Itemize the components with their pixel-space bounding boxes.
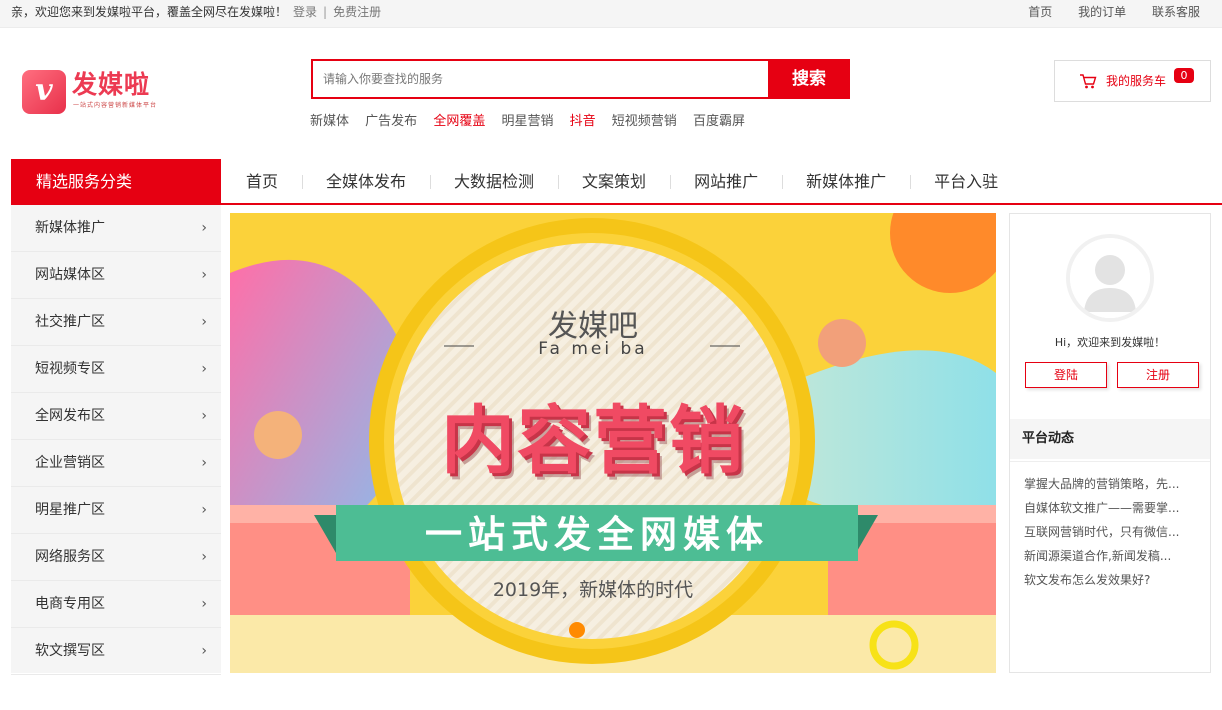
top-link-orders[interactable]: 我的订单 <box>1078 5 1126 19</box>
sidebar-item-label: 社交推广区 <box>35 314 105 330</box>
nav-item-copywriting[interactable]: 文案策划 <box>558 159 670 203</box>
news-item-4[interactable]: 软文发布怎么发效果好? <box>1024 572 1200 596</box>
hotword-1[interactable]: 广告发布 <box>365 114 417 129</box>
news-divider <box>1010 461 1210 462</box>
banner-ribbon: 一站式发全网媒体 <box>425 513 769 556</box>
hotword-2[interactable]: 全网覆盖 <box>433 114 485 129</box>
hotword-6[interactable]: 百度霸屏 <box>693 114 745 129</box>
chevron-right-icon: › <box>201 314 207 330</box>
news-list: 掌握大品牌的营销策略，先... 自媒体软文推广——需要掌... 互联网营销时代，… <box>1024 476 1200 596</box>
register-link[interactable]: 免费注册 <box>333 5 381 19</box>
sidebar-item-9[interactable]: 软文撰写区 › <box>11 628 221 675</box>
sidebar-item-label: 软文撰写区 <box>35 643 105 659</box>
news-item-2[interactable]: 互联网营销时代，只有微信... <box>1024 524 1200 548</box>
sidebar-item-label: 电商专用区 <box>35 596 105 612</box>
nav-item-all-media[interactable]: 全媒体发布 <box>302 159 430 203</box>
hotword-0[interactable]: 新媒体 <box>310 114 349 129</box>
top-bar: 亲，欢迎您来到发媒啦平台，覆盖全网尽在发媒啦！ 登录 | 免费注册 首页 我的订单 … <box>0 0 1222 28</box>
nav-item-big-data[interactable]: 大数据检测 <box>430 159 558 203</box>
search-input[interactable] <box>313 61 769 97</box>
sidebar-item-2[interactable]: 社交推广区 › <box>11 299 221 346</box>
welcome-text: 亲，欢迎您来到发媒啦平台，覆盖全网尽在发媒啦！ <box>11 5 288 19</box>
avatar <box>1066 234 1154 322</box>
chevron-right-icon: › <box>201 596 207 612</box>
chevron-right-icon: › <box>201 455 207 471</box>
news-section-title: 平台动态 <box>1010 419 1210 459</box>
search-button[interactable]: 搜索 <box>768 59 850 99</box>
sidebar-item-0[interactable]: 新媒体推广 › <box>11 205 221 252</box>
chevron-right-icon: › <box>201 361 207 377</box>
chevron-right-icon: › <box>201 267 207 283</box>
news-item-0[interactable]: 掌握大品牌的营销策略，先... <box>1024 476 1200 500</box>
sidebar-item-1[interactable]: 网站媒体区 › <box>11 252 221 299</box>
nav-item-join[interactable]: 平台入驻 <box>910 159 1022 203</box>
cart-icon <box>1079 61 1097 117</box>
news-item-3[interactable]: 新闻源渠道合作,新闻发稿... <box>1024 548 1200 572</box>
sidebar-item-label: 网络服务区 <box>35 549 105 565</box>
chevron-right-icon: › <box>201 549 207 565</box>
welcome-greeting: Hi，欢迎来到发媒啦！ <box>1054 336 1166 349</box>
nav-item-new-media[interactable]: 新媒体推广 <box>782 159 910 203</box>
search-box: 搜索 <box>311 59 850 99</box>
sidebar-item-label: 全网发布区 <box>35 408 105 424</box>
category-sidebar: 新媒体推广 › 网站媒体区 › 社交推广区 › 短视频专区 › 全网发布区 › 企业营销区… <box>11 205 221 675</box>
sidebar-item-6[interactable]: 明星推广区 › <box>11 487 221 534</box>
sidebar-item-label: 明星推广区 <box>35 502 105 518</box>
logo-name: 发媒啦 <box>72 70 151 99</box>
sidebar-item-label: 短视频专区 <box>35 361 105 377</box>
sidebar-item-8[interactable]: 电商专用区 › <box>11 581 221 628</box>
nav-item-website-promo[interactable]: 网站推广 <box>670 159 782 203</box>
site-logo[interactable]: v 发媒啦 一站式内容营销新媒体平台 <box>22 70 172 116</box>
news-item-1[interactable]: 自媒体软文推广——需要掌... <box>1024 500 1200 524</box>
sidebar-item-3[interactable]: 短视频专区 › <box>11 346 221 393</box>
top-links: 首页 我的订单 联系客服 <box>1006 0 1200 24</box>
chevron-right-icon: › <box>201 408 207 424</box>
register-button[interactable]: 注册 <box>1117 362 1199 388</box>
chevron-right-icon: › <box>201 220 207 236</box>
service-cart-button[interactable]: 我的服务车 0 <box>1054 60 1211 102</box>
chevron-right-icon: › <box>201 643 207 659</box>
hotword-3[interactable]: 明星营销 <box>501 114 553 129</box>
hot-keywords: 新媒体 广告发布 全网覆盖 明星营销 抖音 短视频营销 百度霸屏 <box>310 110 757 129</box>
cart-label: 我的服务车 <box>1106 74 1167 88</box>
sidebar-item-label: 新媒体推广 <box>35 220 105 236</box>
carousel-dot[interactable] <box>569 622 585 638</box>
sidebar-item-label: 企业营销区 <box>35 455 105 471</box>
user-panel: Hi，欢迎来到发媒啦！ 登陆 注册 平台动态 掌握大品牌的营销策略，先... 自… <box>1009 213 1211 673</box>
nav-item-home[interactable]: 首页 <box>222 159 302 203</box>
logo-slogan: 一站式内容营销新媒体平台 <box>73 102 158 109</box>
category-menu-title[interactable]: 精选服务分类 <box>11 159 221 203</box>
sidebar-item-5[interactable]: 企业营销区 › <box>11 440 221 487</box>
main-nav: 首页 全媒体发布 大数据检测 文案策划 网站推广 新媒体推广 平台入驻 <box>222 159 1022 203</box>
chevron-right-icon: › <box>201 502 207 518</box>
top-link-home[interactable]: 首页 <box>1028 5 1052 19</box>
hotword-4[interactable]: 抖音 <box>570 114 596 129</box>
cart-count-badge: 0 <box>1174 68 1194 83</box>
login-button[interactable]: 登陆 <box>1025 362 1107 388</box>
top-link-contact[interactable]: 联系客服 <box>1152 5 1200 19</box>
sidebar-item-4[interactable]: 全网发布区 › <box>11 393 221 440</box>
banner-headline: 内容营销 <box>441 398 745 484</box>
auth-links: 登录 | 免费注册 <box>293 0 381 24</box>
link-separator: | <box>323 5 328 19</box>
sidebar-item-label: 网站媒体区 <box>35 267 105 283</box>
login-link[interactable]: 登录 <box>293 5 317 19</box>
hotword-5[interactable]: 短视频营销 <box>612 114 677 129</box>
banner-tagline: 2019年，新媒体的时代 <box>492 579 694 601</box>
logo-badge-icon: v <box>22 70 66 114</box>
promo-banner[interactable]: 发媒吧 Fa mei ba 内容营销 一站式发全网媒体 2019年，新媒体的时代 <box>230 213 996 673</box>
user-placeholder-icon <box>1070 238 1150 318</box>
sidebar-item-7[interactable]: 网络服务区 › <box>11 534 221 581</box>
banner-subtitle: Fa mei ba <box>538 339 648 359</box>
